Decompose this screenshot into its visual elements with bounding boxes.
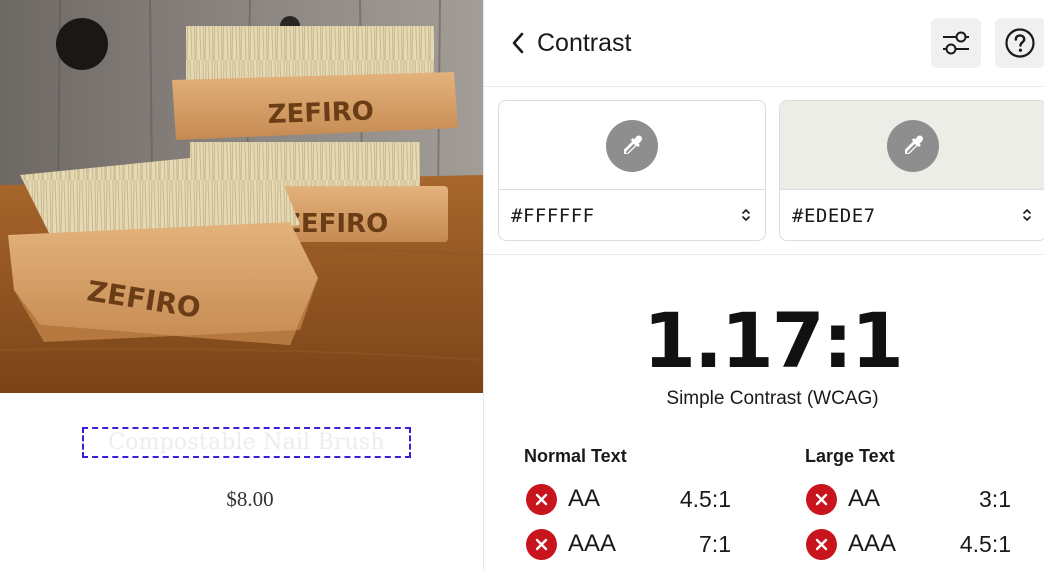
background-color-picker: #EDEDE7	[779, 100, 1044, 241]
product-photo: ZEFIRO ZEFIRO ZEFIRO	[0, 0, 483, 393]
panel-title: Contrast	[537, 29, 632, 57]
large-aa-row: AA 3:1	[806, 482, 1011, 516]
foreground-hex-select[interactable]: #FFFFFF	[499, 190, 765, 240]
panel-header: Contrast	[484, 0, 1044, 87]
product-preview: ZEFIRO ZEFIRO ZEFIRO Compostable Nail Br…	[0, 0, 483, 571]
back-button[interactable]	[504, 28, 532, 58]
chevron-up-down-icon	[1023, 209, 1031, 221]
contrast-ratio-label: Simple Contrast (WCAG)	[666, 388, 879, 409]
eyedropper-icon	[905, 135, 924, 154]
required-ratio: 4.5:1	[959, 530, 1011, 557]
required-ratio: 7:1	[699, 530, 731, 557]
chevron-left-icon	[512, 32, 524, 54]
sliders-icon	[943, 31, 969, 55]
fail-icon	[526, 528, 557, 560]
section-divider	[484, 254, 1044, 255]
chevron-up-down-icon	[742, 209, 750, 221]
level-label: AAA	[848, 530, 897, 557]
normal-aaa-row: AAA 7:1	[526, 527, 731, 561]
background-eyedropper-button[interactable]	[887, 120, 939, 172]
required-ratio: 4.5:1	[679, 485, 731, 512]
background-hex-select[interactable]: #EDEDE7	[780, 190, 1044, 240]
level-label: AA	[568, 485, 601, 512]
fail-icon	[526, 483, 557, 515]
fail-icon	[806, 528, 837, 560]
large-aaa-row: AAA 4.5:1	[806, 527, 1011, 561]
question-circle-icon	[1005, 28, 1035, 58]
product-title: Compostable Nail Brush	[108, 430, 385, 455]
normal-aa-row: AA 4.5:1	[526, 482, 731, 516]
level-label: AAA	[568, 530, 617, 557]
foreground-color-picker: #FFFFFF	[498, 100, 766, 241]
settings-button[interactable]	[931, 18, 981, 68]
required-ratio: 3:1	[979, 485, 1011, 512]
eyedropper-icon	[624, 135, 643, 154]
svg-text:ZEFIRO: ZEFIRO	[267, 96, 374, 130]
contrast-panel: Contrast #FFFFFF #EDEDE7 1.17:1 Simple C…	[483, 0, 1044, 571]
foreground-hex-value: #FFFFFF	[511, 204, 595, 227]
background-hex-value: #EDEDE7	[792, 204, 876, 227]
help-button[interactable]	[995, 18, 1044, 68]
foreground-eyedropper-button[interactable]	[606, 120, 658, 172]
large-text-heading: Large Text	[805, 446, 895, 466]
normal-text-heading: Normal Text	[524, 446, 627, 466]
product-price: $8.00	[226, 487, 274, 511]
product-title-focus[interactable]: Compostable Nail Brush	[82, 427, 411, 458]
level-label: AA	[848, 485, 881, 512]
contrast-ratio: 1.17:1	[643, 296, 904, 385]
fail-icon	[806, 483, 837, 515]
